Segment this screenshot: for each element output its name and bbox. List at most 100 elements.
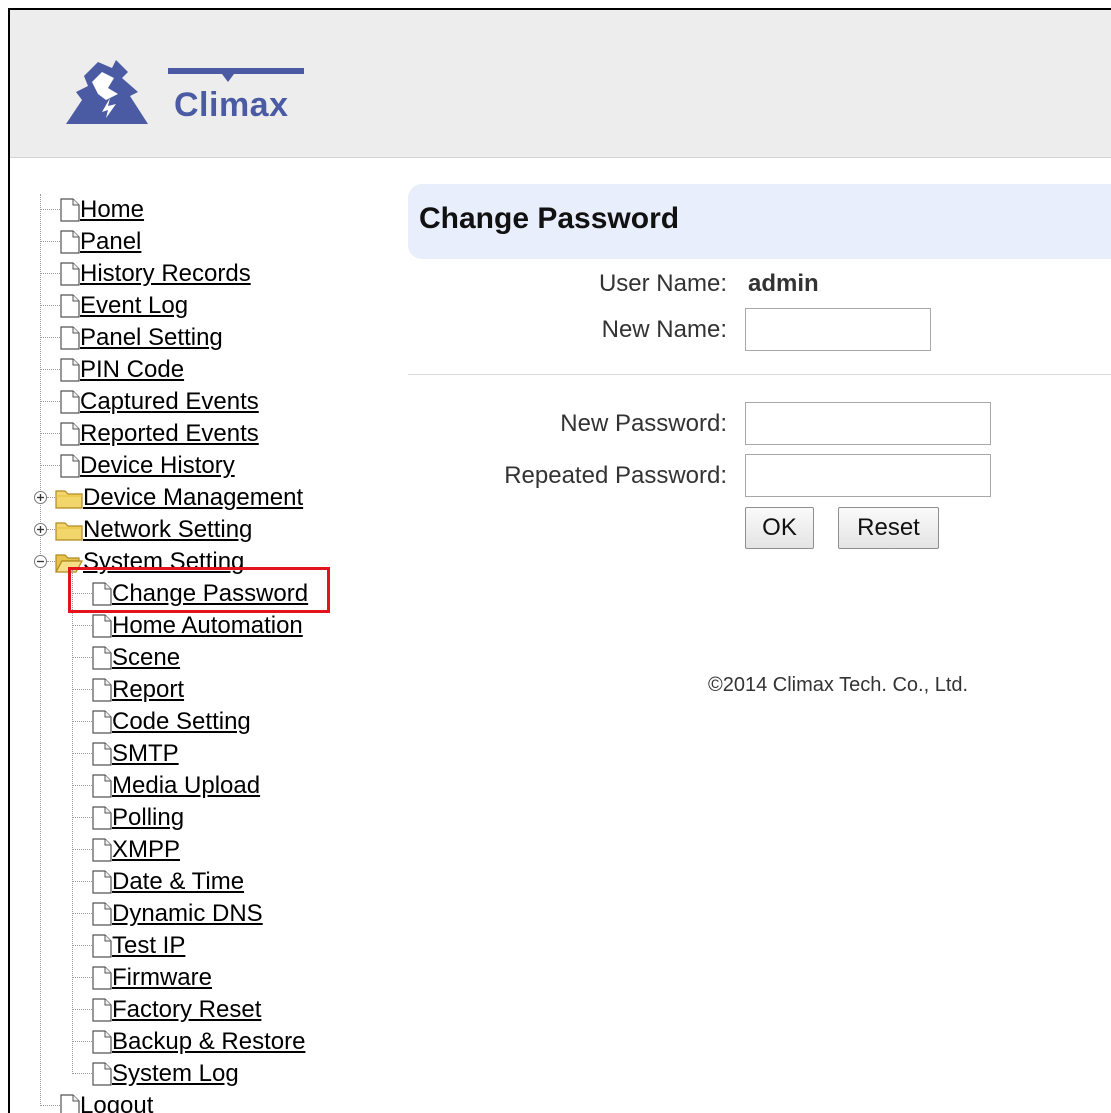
nav-item-network-setting[interactable]: Network Setting: [55, 514, 252, 546]
ok-button[interactable]: OK: [745, 507, 814, 549]
nav-item-label[interactable]: Panel Setting: [80, 324, 223, 352]
tree-connector-line: [40, 337, 60, 338]
nav-item-label[interactable]: Device Management: [83, 484, 303, 512]
tree-connector-line: [72, 849, 92, 850]
selected-item-highlight: [68, 567, 330, 613]
nav-item-backup-and-restore[interactable]: Backup & Restore: [92, 1026, 305, 1058]
new-password-input[interactable]: [745, 402, 991, 445]
tree-connector-line: [40, 401, 60, 402]
new-password-label: New Password:: [560, 410, 727, 437]
nav-item-logout[interactable]: Logout: [60, 1090, 153, 1113]
tree-connector-line: [72, 817, 92, 818]
nav-item-label[interactable]: Factory Reset: [112, 996, 261, 1024]
nav-item-label[interactable]: Device History: [80, 452, 235, 480]
nav-item-date-and-time[interactable]: Date & Time: [92, 866, 244, 898]
nav-item-factory-reset[interactable]: Factory Reset: [92, 994, 261, 1026]
nav-item-label[interactable]: System Log: [112, 1060, 239, 1088]
page-icon: [92, 870, 112, 894]
nav-item-pin-code[interactable]: PIN Code: [60, 354, 184, 386]
repeated-password-input[interactable]: [745, 454, 991, 497]
collapse-icon[interactable]: [34, 555, 47, 568]
tree-connector-line: [40, 305, 60, 306]
tree-connector-line: [40, 241, 60, 242]
nav-item-label[interactable]: PIN Code: [80, 356, 184, 384]
nav-item-event-log[interactable]: Event Log: [60, 290, 188, 322]
nav-item-label[interactable]: XMPP: [112, 836, 180, 864]
section-divider: [408, 374, 1111, 375]
nav-item-label[interactable]: Home Automation: [112, 612, 303, 640]
page-icon: [92, 902, 112, 926]
climax-logo[interactable]: Climax: [62, 42, 312, 132]
nav-item-captured-events[interactable]: Captured Events: [60, 386, 259, 418]
nav-item-label[interactable]: Event Log: [80, 292, 188, 320]
page-icon: [60, 294, 80, 318]
copyright-text: ©2014 Climax Tech. Co., Ltd.: [708, 674, 969, 696]
page-icon: [60, 454, 80, 478]
nav-item-label[interactable]: Code Setting: [112, 708, 251, 736]
tree-connector-line: [40, 273, 60, 274]
nav-item-device-management[interactable]: Device Management: [55, 482, 303, 514]
new-name-input[interactable]: [745, 308, 931, 351]
nav-item-label[interactable]: Test IP: [112, 932, 185, 960]
page-icon: [92, 934, 112, 958]
nav-item-reported-events[interactable]: Reported Events: [60, 418, 259, 450]
expand-icon[interactable]: [34, 523, 47, 536]
nav-item-label[interactable]: SMTP: [112, 740, 179, 768]
new-name-label: New Name:: [601, 316, 727, 343]
nav-item-panel[interactable]: Panel: [60, 226, 141, 258]
nav-item-smtp[interactable]: SMTP: [92, 738, 179, 770]
nav-item-scene[interactable]: Scene: [92, 642, 180, 674]
user-name-label: User Name:: [598, 270, 727, 297]
tree-connector-line: [72, 945, 92, 946]
nav-item-home-automation[interactable]: Home Automation: [92, 610, 303, 642]
reset-button[interactable]: Reset: [838, 507, 939, 549]
nav-item-polling[interactable]: Polling: [92, 802, 184, 834]
nav-item-label[interactable]: Report: [112, 676, 184, 704]
nav-item-label[interactable]: Date & Time: [112, 868, 244, 896]
tree-connector-line: [40, 369, 60, 370]
nav-item-firmware[interactable]: Firmware: [92, 962, 212, 994]
page-icon: [92, 838, 112, 862]
nav-item-label[interactable]: Firmware: [112, 964, 212, 992]
page-icon: [60, 198, 80, 222]
tree-connector-line: [72, 570, 73, 1074]
page-icon: [60, 262, 80, 286]
nav-item-label[interactable]: Home: [80, 196, 144, 224]
nav-item-dynamic-dns[interactable]: Dynamic DNS: [92, 898, 263, 930]
nav-item-label[interactable]: Panel: [80, 228, 141, 256]
nav-item-label[interactable]: Backup & Restore: [112, 1028, 305, 1056]
nav-item-label[interactable]: History Records: [80, 260, 251, 288]
brand-name: Climax: [174, 86, 289, 124]
page-icon: [60, 326, 80, 350]
nav-item-system-log[interactable]: System Log: [92, 1058, 239, 1090]
page-icon: [60, 230, 80, 254]
nav-item-home[interactable]: Home: [60, 194, 144, 226]
nav-item-device-history[interactable]: Device History: [60, 450, 235, 482]
nav-item-label[interactable]: Dynamic DNS: [112, 900, 263, 928]
tree-connector-line: [40, 433, 60, 434]
nav-item-panel-setting[interactable]: Panel Setting: [60, 322, 223, 354]
page-icon: [92, 966, 112, 990]
tree-connector-line: [47, 497, 55, 498]
page-icon: [92, 806, 112, 830]
nav-item-label[interactable]: Scene: [112, 644, 180, 672]
nav-item-label[interactable]: Media Upload: [112, 772, 260, 800]
nav-item-code-setting[interactable]: Code Setting: [92, 706, 251, 738]
nav-item-label[interactable]: Reported Events: [80, 420, 259, 448]
nav-item-history-records[interactable]: History Records: [60, 258, 251, 290]
expand-icon[interactable]: [34, 491, 47, 504]
nav-item-label[interactable]: Polling: [112, 804, 184, 832]
nav-item-label[interactable]: Captured Events: [80, 388, 259, 416]
page-icon: [92, 710, 112, 734]
nav-item-test-ip[interactable]: Test IP: [92, 930, 185, 962]
page-icon: [92, 998, 112, 1022]
nav-item-media-upload[interactable]: Media Upload: [92, 770, 260, 802]
nav-item-label[interactable]: Network Setting: [83, 516, 252, 544]
tree-connector-line: [72, 657, 92, 658]
page-icon: [92, 1062, 112, 1086]
nav-item-label[interactable]: Logout: [80, 1092, 153, 1113]
nav-item-xmpp[interactable]: XMPP: [92, 834, 180, 866]
page-title: Change Password: [419, 202, 680, 235]
tree-connector-line: [72, 625, 92, 626]
nav-item-report[interactable]: Report: [92, 674, 184, 706]
